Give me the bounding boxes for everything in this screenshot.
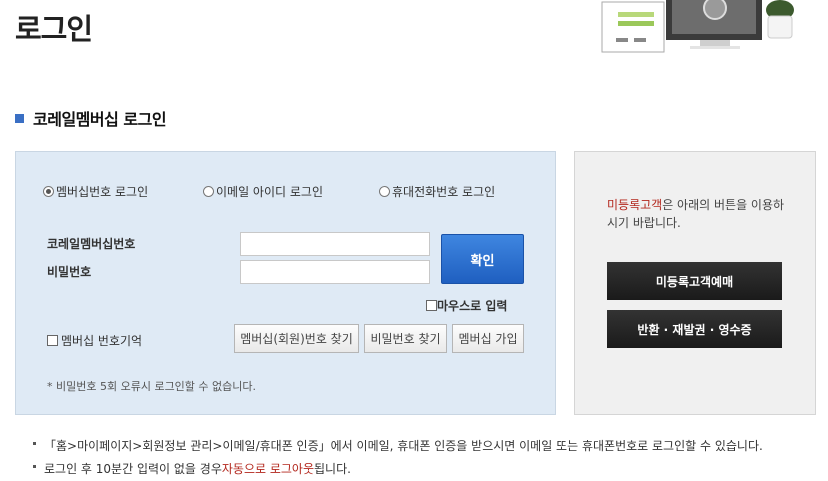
- join-membership-button[interactable]: 멤버십 가입: [452, 324, 524, 353]
- radio-email-id[interactable]: 이메일 아이디 로그인: [203, 183, 323, 200]
- page-title: 로그인: [15, 12, 93, 46]
- radio-icon[interactable]: [379, 186, 390, 197]
- notice-text: 「홈>마이페이지>회원정보 관리>이메일/휴대폰 인증」에서 이메일, 휴대폰 …: [44, 439, 763, 453]
- mouse-input-label: 마우스로 입력: [437, 299, 508, 313]
- login-illustration: [601, 0, 794, 53]
- auto-logout-highlight: 자동으로 로그아웃: [221, 462, 315, 476]
- radio-member-number[interactable]: 멤버십번호 로그인: [43, 183, 148, 200]
- password-label: 비밀번호: [47, 265, 92, 279]
- bullet-icon: [33, 442, 36, 445]
- square-bullet-icon: [15, 113, 24, 123]
- radio-label: 휴대전화번호 로그인: [392, 185, 496, 199]
- notice-text: 됩니다.: [314, 462, 351, 476]
- mouse-input-checkbox[interactable]: [426, 300, 437, 311]
- remember-member-option[interactable]: 멤버십 번호기억: [47, 332, 142, 349]
- radio-selected-icon[interactable]: [43, 186, 54, 197]
- member-number-label: 코레일멤버십번호: [47, 237, 136, 251]
- password-input[interactable]: [240, 260, 430, 284]
- remember-label: 멤버십 번호기억: [61, 334, 143, 348]
- password-error-note: * 비밀번호 5회 오류시 로그인할 수 없습니다.: [47, 380, 257, 393]
- refund-reissue-receipt-button[interactable]: 반환 · 재발권 · 영수증: [607, 310, 782, 348]
- confirm-button[interactable]: 확인: [441, 234, 524, 284]
- remember-checkbox[interactable]: [47, 335, 58, 346]
- notice-text: 로그인 후 10분간 입력이 없을 경우: [44, 462, 222, 476]
- notice-list: 「홈>마이페이지>회원정보 관리>이메일/휴대폰 인증」에서 이메일, 휴대폰 …: [33, 434, 763, 480]
- bullet-icon: [33, 465, 36, 468]
- unregistered-booking-button[interactable]: 미등록고객예매: [607, 262, 782, 300]
- find-password-button[interactable]: 비밀번호 찾기: [364, 324, 447, 353]
- section-header: 코레일멤버십 로그인: [15, 106, 167, 130]
- radio-icon[interactable]: [203, 186, 214, 197]
- mouse-input-option[interactable]: 마우스로 입력: [426, 297, 507, 314]
- section-title: 코레일멤버십 로그인: [33, 110, 167, 129]
- find-member-number-button[interactable]: 멤버십(회원)번호 찾기: [234, 324, 359, 353]
- unregistered-info: 미등록고객은 아래의 버튼을 이용하시기 바랍니다.: [607, 196, 787, 232]
- list-item: 「홈>마이페이지>회원정보 관리>이메일/휴대폰 인증」에서 이메일, 휴대폰 …: [33, 434, 763, 457]
- radio-phone-number[interactable]: 휴대전화번호 로그인: [379, 183, 495, 200]
- list-item: 로그인 후 10분간 입력이 없을 경우 자동으로 로그아웃 됩니다.: [33, 457, 763, 480]
- unregistered-highlight: 미등록고객: [607, 198, 663, 212]
- radio-label: 멤버십번호 로그인: [56, 185, 149, 199]
- member-number-input[interactable]: [240, 232, 430, 256]
- radio-label: 이메일 아이디 로그인: [216, 185, 323, 199]
